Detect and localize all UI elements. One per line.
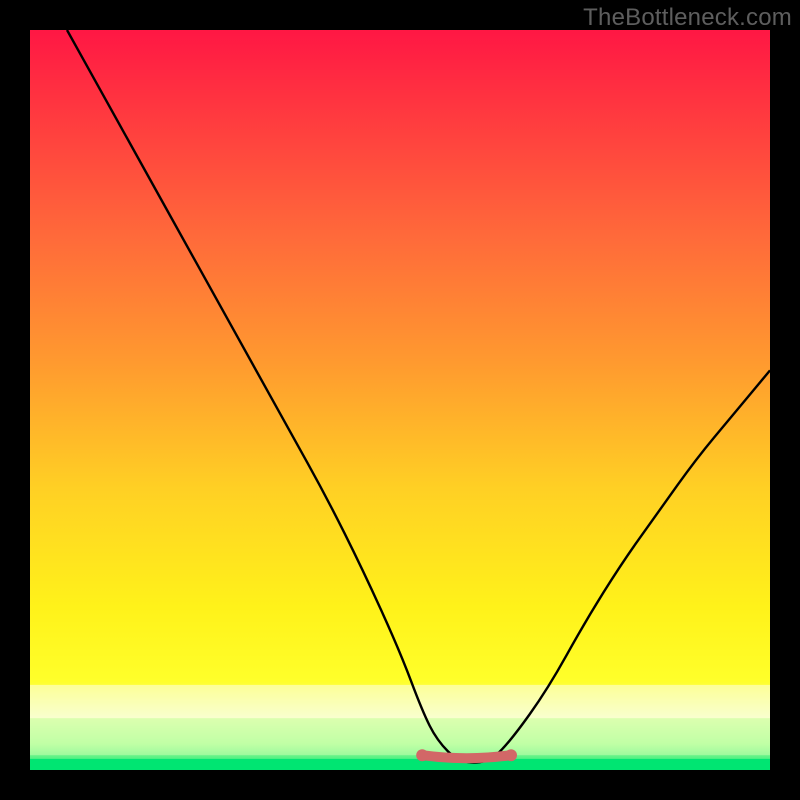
optimal-range-dot-right xyxy=(505,749,517,761)
chart-frame: TheBottleneck.com xyxy=(0,0,800,800)
bottleneck-curve xyxy=(67,30,770,763)
attribution-text: TheBottleneck.com xyxy=(583,4,792,32)
curve-layer xyxy=(30,30,770,770)
optimal-range-dot-left xyxy=(416,749,428,761)
plot-area xyxy=(30,30,770,770)
optimal-range-marker xyxy=(422,755,511,758)
